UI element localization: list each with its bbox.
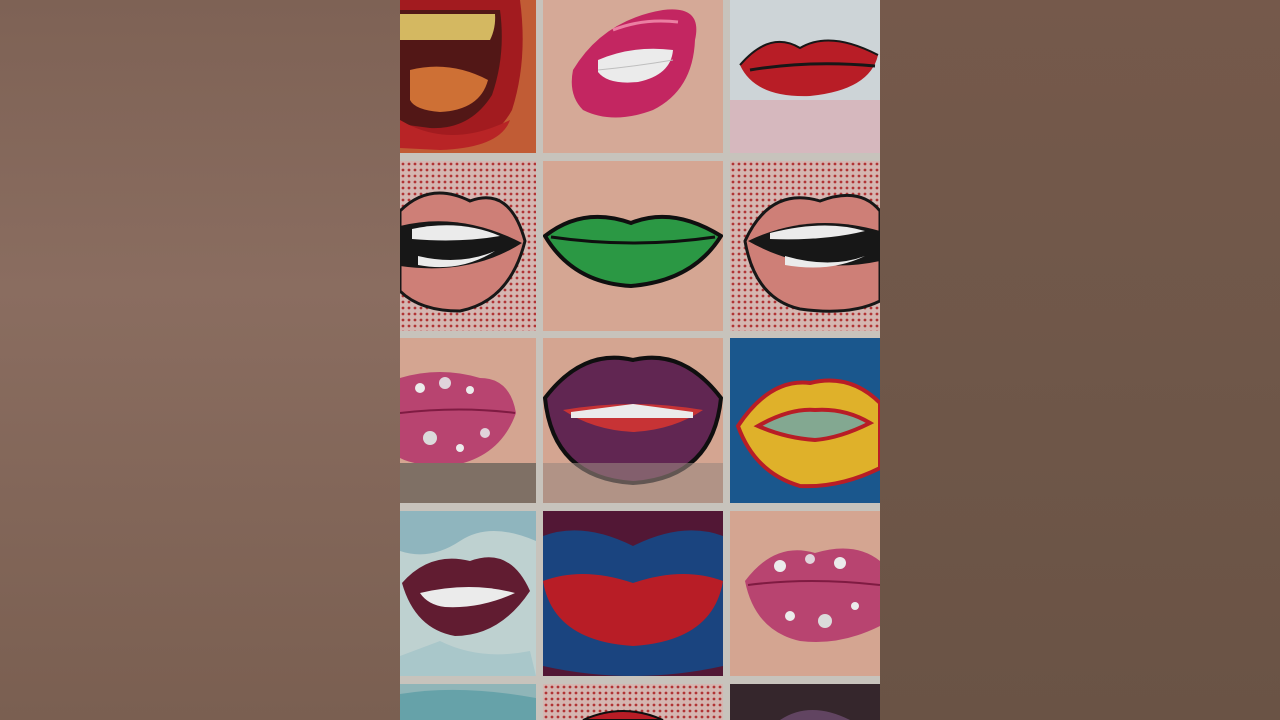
tile-open-mouth-red <box>400 0 536 153</box>
tile-glossy-pink-lips <box>543 0 723 153</box>
blurred-backdrop-right <box>880 0 1280 720</box>
tile-watercolor-dark-lips <box>400 511 536 676</box>
tile-red-lips-on-blue <box>543 511 723 676</box>
tile-pink-glitter-lips <box>400 338 536 503</box>
tile-pink-glitter-lips-2 <box>730 511 880 676</box>
tile-red-sketch-lips <box>730 0 880 153</box>
tile-halftone-lips-bottom <box>543 684 723 720</box>
tile-halftone-lips-left <box>400 161 536 331</box>
tile-yellow-lips-on-blue <box>730 338 880 503</box>
tile-purple-glitter-lips <box>543 338 723 503</box>
tile-teal-watercolor <box>400 684 536 720</box>
tile-dark-lips-bottom <box>730 684 880 720</box>
tile-halftone-lips-right <box>730 161 880 331</box>
blurred-backdrop-left <box>0 0 400 720</box>
lips-collage <box>400 0 880 720</box>
tile-green-lips <box>543 161 723 331</box>
